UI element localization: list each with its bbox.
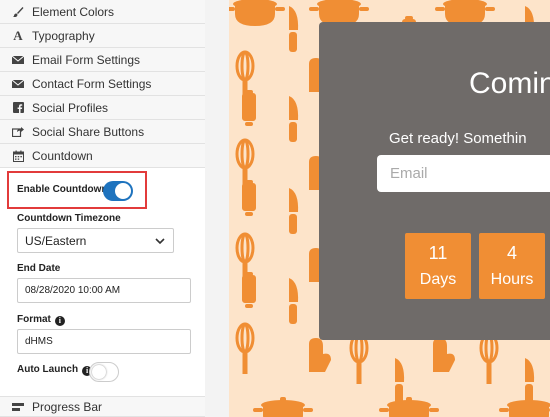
auto-launch-label-text: Auto Launch <box>17 364 79 375</box>
section-label: Email Form Settings <box>32 52 141 67</box>
panel-divider <box>205 0 229 417</box>
facebook-icon <box>12 102 24 114</box>
toggle-knob <box>92 365 106 379</box>
tile-value: 4 <box>506 243 517 263</box>
format-input[interactable]: dHMS <box>17 329 191 354</box>
section-label: Social Profiles <box>32 100 109 115</box>
auto-launch-label: Auto Launch i <box>17 364 93 376</box>
email-placeholder: Email <box>390 165 428 182</box>
countdown-tile-days: 11 Days <box>405 233 471 299</box>
page-preview: Comin Get ready! Somethin Email 11 Days … <box>229 0 550 417</box>
countdown-timezone-select[interactable]: US/Eastern <box>17 228 174 253</box>
email-input[interactable]: Email <box>377 155 550 192</box>
format-value: dHMS <box>25 336 53 347</box>
section-label: Element Colors <box>32 4 115 19</box>
info-icon[interactable]: i <box>54 315 65 326</box>
countdown-timezone-label: Countdown Timezone <box>17 213 121 224</box>
countdown-tile-hours: 4 Hours <box>479 233 545 299</box>
section-countdown[interactable]: Countdown <box>0 144 205 168</box>
envelope-icon <box>12 78 24 90</box>
format-label: Format i <box>17 314 65 326</box>
tile-unit: Days <box>419 271 457 288</box>
tile-value: 11 <box>428 243 448 263</box>
progress-icon <box>12 401 24 413</box>
enable-countdown-toggle[interactable] <box>103 181 133 201</box>
section-element-colors[interactable]: Element Colors <box>0 0 205 24</box>
enable-countdown-label: Enable Countdown <box>17 184 108 195</box>
section-label: Contact Form Settings <box>32 76 152 91</box>
section-label: Typography <box>32 28 95 43</box>
format-label-text: Format <box>17 314 51 325</box>
share-icon <box>12 126 24 138</box>
section-email-form-settings[interactable]: Email Form Settings <box>0 48 205 72</box>
chevron-down-icon <box>155 235 165 245</box>
section-social-profiles[interactable]: Social Profiles <box>0 96 205 120</box>
toggle-knob <box>115 183 131 199</box>
paint-brush-icon <box>12 6 24 18</box>
coming-soon-card: Comin Get ready! Somethin Email 11 Days … <box>319 22 550 340</box>
settings-panel: Element Colors A Typography Email Form S… <box>0 0 205 417</box>
end-date-input[interactable]: 08/28/2020 10:00 AM <box>17 278 191 303</box>
end-date-label: End Date <box>17 263 61 274</box>
section-label: Social Share Buttons <box>32 124 145 139</box>
end-date-value: 08/28/2020 10:00 AM <box>25 285 121 296</box>
tile-unit: Hours <box>490 271 534 288</box>
font-icon: A <box>13 27 23 43</box>
section-label: Countdown <box>32 148 93 163</box>
preview-subtitle: Get ready! Somethin <box>389 130 527 147</box>
section-social-share-buttons[interactable]: Social Share Buttons <box>0 120 205 144</box>
envelope-icon <box>12 54 24 66</box>
auto-launch-toggle[interactable] <box>89 362 119 382</box>
timezone-value: US/Eastern <box>25 233 87 248</box>
preview-title: Comin <box>469 67 550 100</box>
section-contact-form-settings[interactable]: Contact Form Settings <box>0 72 205 96</box>
section-progress-bar[interactable]: Progress Bar <box>0 396 205 417</box>
section-label: Progress Bar <box>32 399 103 414</box>
section-typography[interactable]: A Typography <box>0 24 205 48</box>
calendar-icon <box>12 150 24 162</box>
